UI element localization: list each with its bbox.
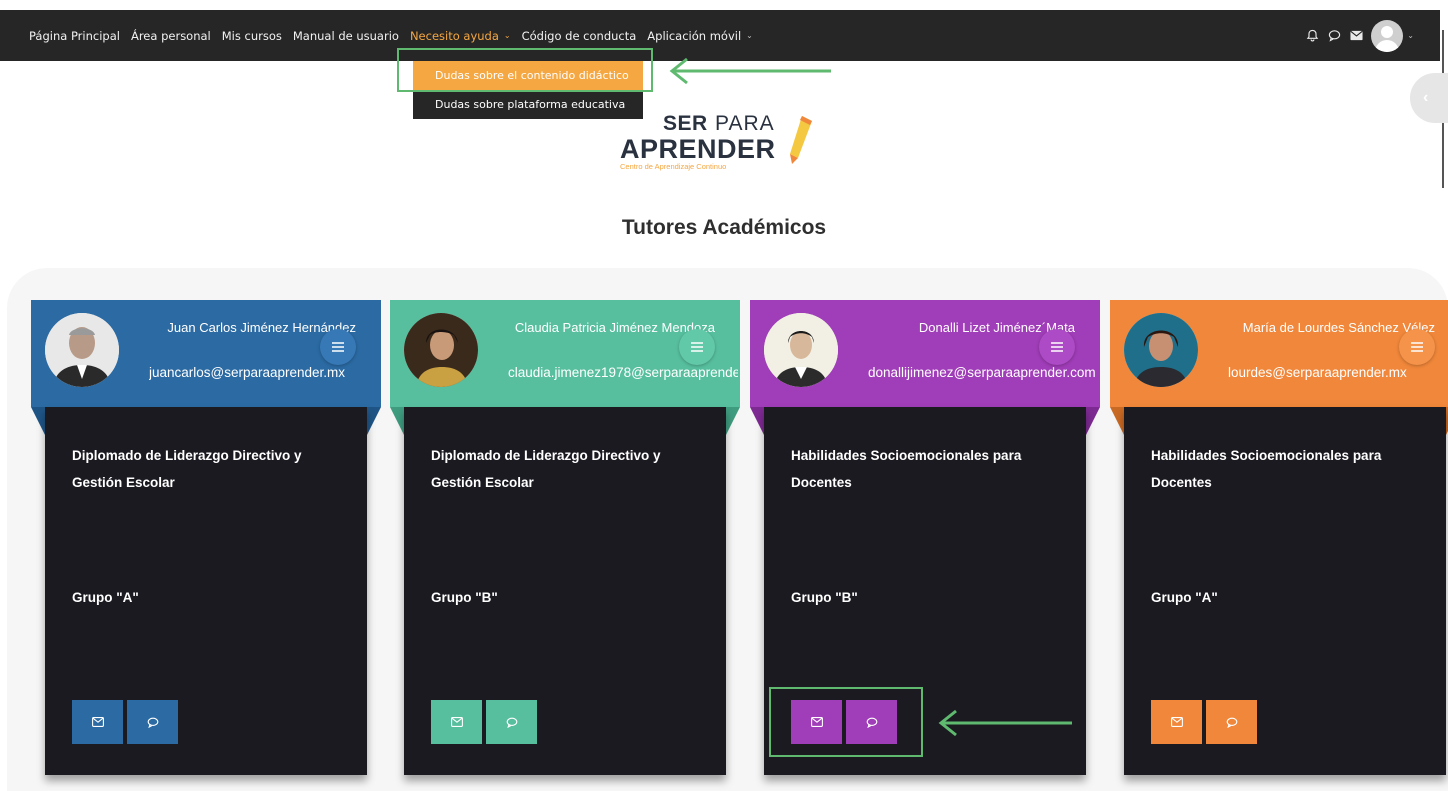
page-title: Tutores Académicos [621, 216, 827, 239]
logo-para: PARA [715, 112, 775, 135]
nav-home[interactable]: Página Principal [29, 29, 120, 43]
tutor-email[interactable]: lourdes@serparaaprender.mx [1228, 365, 1448, 380]
chat-button[interactable] [1206, 700, 1257, 744]
chat-button[interactable] [127, 700, 178, 744]
logo-subtitle: Centro de Aprendizaje Continuo [620, 162, 727, 171]
user-avatar[interactable] [1371, 19, 1404, 52]
group-label: Grupo "B" [791, 590, 858, 605]
tutor-photo [45, 313, 119, 387]
tutor-email[interactable]: claudia.jimenez1978@serparaaprender.mx [508, 365, 738, 380]
card-menu-button[interactable] [679, 329, 715, 365]
chevron-left-icon: ‹ [1423, 89, 1429, 106]
envelope-icon [1170, 717, 1183, 727]
message-button[interactable] [72, 700, 123, 744]
tutor-card: María de Lourdes Sánchez Vélez lourdes@s… [1110, 300, 1448, 791]
arrow-left-icon [669, 57, 831, 85]
hamburger-icon [1411, 342, 1423, 352]
logo-aprender: APRENDER [620, 134, 776, 164]
nav-need-help-label: Necesito ayuda [409, 28, 499, 43]
tutor-card-body: Diplomado de Liderazgo Directivo y Gesti… [404, 407, 726, 775]
hamburger-icon [1051, 342, 1063, 352]
hamburger-icon [332, 342, 344, 352]
course-name: Habilidades Socioemocionales para Docent… [791, 448, 1022, 490]
dropdown-item-platform[interactable]: Dudas sobre plataforma educativa [413, 90, 643, 119]
highlight-box [769, 687, 923, 757]
group-label: Grupo "B" [431, 590, 498, 605]
top-navbar: Página Principal Área personal Mis curso… [0, 10, 1440, 61]
chat-bubble-icon[interactable] [1327, 29, 1341, 43]
course-name: Diplomado de Liderazgo Directivo y Gesti… [431, 448, 661, 490]
nav-code-of-conduct[interactable]: Código de conducta [522, 29, 637, 43]
bell-icon[interactable] [1305, 29, 1319, 43]
group-label: Grupo "A" [1151, 590, 1218, 605]
nav-user-manual[interactable]: Manual de usuario [293, 29, 399, 43]
tutor-email[interactable]: donallijimenez@serparaaprender.com [868, 365, 1098, 380]
card-menu-button[interactable] [1039, 329, 1075, 365]
hamburger-icon [691, 342, 703, 352]
chat-bubble-icon [506, 717, 517, 728]
card-menu-button[interactable] [320, 329, 356, 365]
tutor-photo [764, 313, 838, 387]
message-button[interactable] [431, 700, 482, 744]
arrow-left-icon [938, 709, 1072, 737]
chat-bubble-icon [147, 717, 158, 728]
tutor-card: Juan Carlos Jiménez Hernández juancarlos… [31, 300, 381, 791]
tutor-photo [1124, 313, 1198, 387]
course-name: Diplomado de Liderazgo Directivo y Gesti… [72, 448, 302, 490]
envelope-icon [450, 717, 463, 727]
logo-ser: SER [663, 112, 708, 135]
envelope-icon [91, 717, 104, 727]
nav-my-courses[interactable]: Mis cursos [222, 29, 282, 43]
tutor-card-body: Habilidades Socioemocionales para Docent… [1124, 407, 1446, 775]
drawer-toggle[interactable]: ‹ [1410, 73, 1448, 123]
chevron-down-icon: ⌄ [503, 31, 511, 40]
envelope-icon[interactable] [1349, 29, 1363, 43]
chat-bubble-icon [1226, 717, 1237, 728]
page: Página Principal Área personal Mis curso… [0, 0, 1448, 791]
tutor-email[interactable]: juancarlos@serparaaprender.mx [149, 365, 379, 380]
nav-need-help[interactable]: Necesito ayuda ⌄ [410, 29, 511, 43]
chat-button[interactable] [486, 700, 537, 744]
nav-mobile-app-label: Aplicación móvil [647, 28, 742, 43]
tutor-card-body: Diplomado de Liderazgo Directivo y Gesti… [45, 407, 367, 775]
highlight-box [397, 48, 653, 92]
message-button[interactable] [1151, 700, 1202, 744]
card-menu-button[interactable] [1399, 329, 1435, 365]
user-tools: ⌄ [1305, 10, 1414, 61]
group-label: Grupo "A" [72, 590, 139, 605]
site-logo: SER PARA APRENDER Centro de Aprendizaje … [620, 112, 820, 177]
pencil-icon [790, 116, 812, 164]
nav-personal-area[interactable]: Área personal [131, 29, 211, 43]
chevron-down-icon[interactable]: ⌄ [1407, 31, 1414, 40]
nav-mobile-app[interactable]: Aplicación móvil ⌄ [647, 29, 753, 43]
tutor-card: Claudia Patricia Jiménez Mendoza claudia… [390, 300, 740, 791]
course-name: Habilidades Socioemocionales para Docent… [1151, 448, 1382, 490]
tutor-photo [404, 313, 478, 387]
chevron-down-icon: ⌄ [746, 31, 753, 40]
